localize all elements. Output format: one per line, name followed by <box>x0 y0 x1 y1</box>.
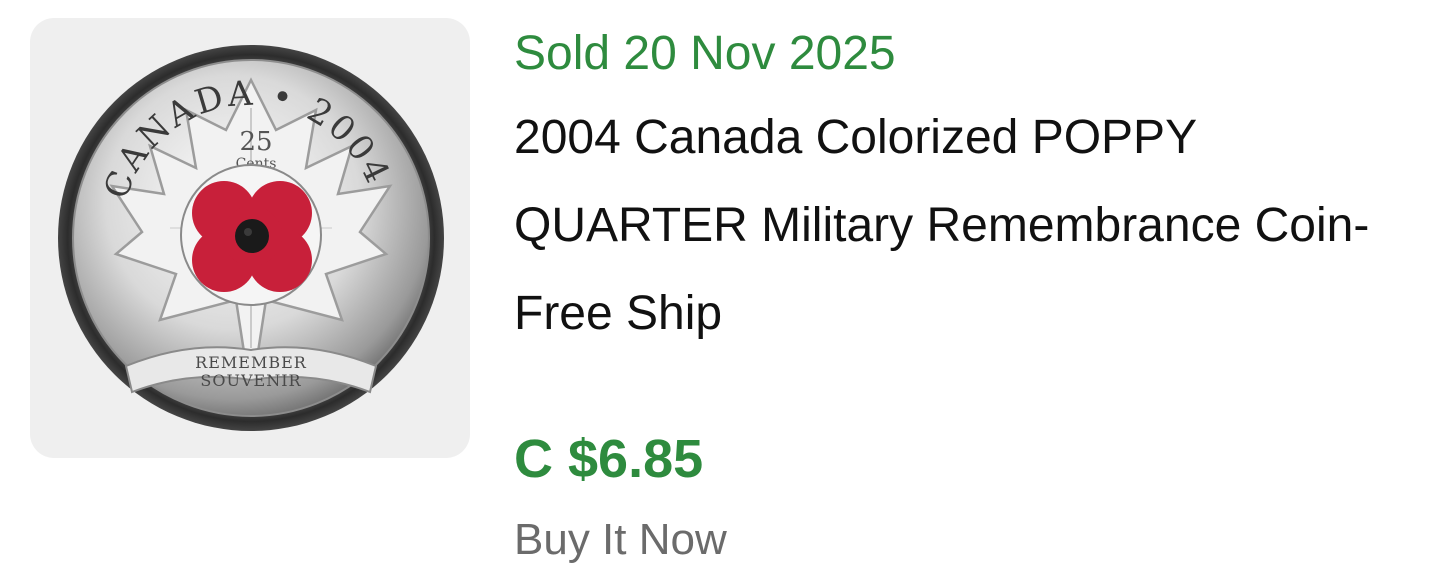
coin-denomination-value: 25 <box>239 127 272 157</box>
poppy-icon <box>192 181 312 292</box>
sold-date-status: Sold 20 Nov 2025 <box>514 27 896 80</box>
sold-listing-card[interactable]: CANADA • 2004 25 Cents REMEMBER SOUVENIR… <box>0 0 1440 571</box>
listing-title-link[interactable]: 2004 Canada Colorized POPPY QUARTER Mili… <box>514 94 1394 358</box>
sold-price: C $6.85 <box>514 429 704 489</box>
coin-image: CANADA • 2004 25 Cents REMEMBER SOUVENIR <box>58 45 444 431</box>
coin-banner-line1: REMEMBER <box>195 353 307 372</box>
listing-thumbnail[interactable]: CANADA • 2004 25 Cents REMEMBER SOUVENIR <box>30 18 470 458</box>
purchase-format-label: Buy It Now <box>514 515 727 564</box>
coin-banner-line2: SOUVENIR <box>200 371 301 390</box>
